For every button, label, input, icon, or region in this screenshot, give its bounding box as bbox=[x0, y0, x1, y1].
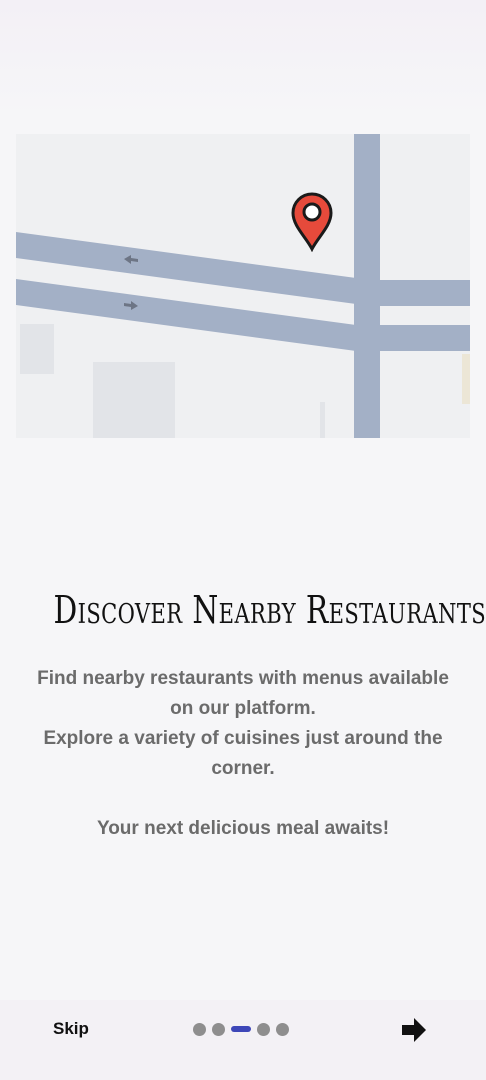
page-description: Find nearby restaurants with menus avail… bbox=[30, 664, 456, 844]
description-line: Find nearby restaurants with menus avail… bbox=[37, 668, 449, 719]
map-building bbox=[93, 362, 175, 438]
page-dot[interactable] bbox=[193, 1022, 206, 1036]
page-title: Discover Nearby Restaurants bbox=[53, 588, 486, 632]
map-building bbox=[320, 402, 325, 438]
next-button[interactable] bbox=[400, 1016, 428, 1044]
tagline: Your next delicious meal awaits! bbox=[96, 818, 390, 839]
location-pin-icon bbox=[291, 192, 333, 252]
description-line: Explore a variety of cuisines just aroun… bbox=[43, 728, 443, 779]
skip-button[interactable]: Skip bbox=[53, 1019, 89, 1039]
page-dot-active[interactable] bbox=[231, 1026, 251, 1032]
arrow-right-icon bbox=[402, 1018, 426, 1042]
page-dot[interactable] bbox=[276, 1022, 289, 1036]
page-dot[interactable] bbox=[257, 1022, 270, 1036]
page-indicator bbox=[193, 1022, 289, 1036]
map-roads bbox=[16, 134, 470, 438]
map-building bbox=[20, 324, 54, 374]
map-building bbox=[462, 354, 470, 404]
map-illustration bbox=[16, 134, 470, 438]
page-dot[interactable] bbox=[212, 1022, 225, 1036]
map-road bbox=[354, 134, 380, 438]
status-bar-area bbox=[0, 0, 486, 120]
